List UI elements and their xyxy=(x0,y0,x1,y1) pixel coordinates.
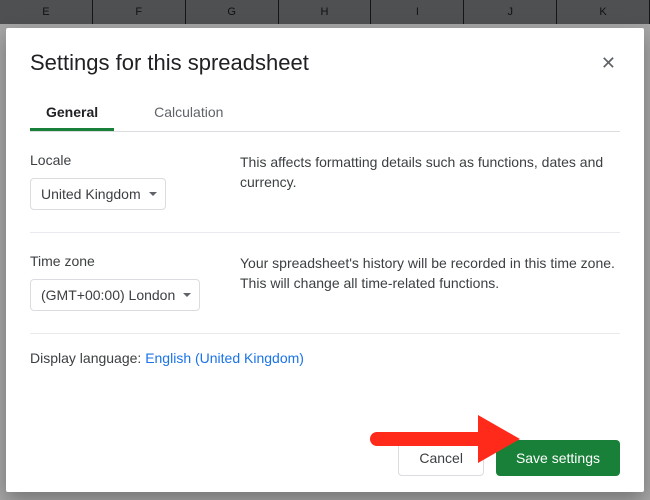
section-timezone: Time zone (GMT+00:00) London Your spread… xyxy=(30,233,620,334)
timezone-label: Time zone xyxy=(30,253,240,269)
section-language: Display language: English (United Kingdo… xyxy=(30,334,620,376)
locale-label: Locale xyxy=(30,152,240,168)
save-settings-button[interactable]: Save settings xyxy=(496,440,620,476)
timezone-dropdown[interactable]: (GMT+00:00) London xyxy=(30,279,200,311)
language-link[interactable]: English (United Kingdom) xyxy=(145,350,304,366)
timezone-description: Your spreadsheet's history will be recor… xyxy=(240,253,620,311)
tab-calculation[interactable]: Calculation xyxy=(138,94,239,131)
timezone-dropdown-value: (GMT+00:00) London xyxy=(41,287,175,303)
locale-dropdown-value: United Kingdom xyxy=(41,186,141,202)
chevron-down-icon xyxy=(183,293,191,297)
tab-general[interactable]: General xyxy=(30,94,114,131)
settings-dialog: Settings for this spreadsheet ✕ General … xyxy=(6,28,644,492)
locale-description: This affects formatting details such as … xyxy=(240,152,620,210)
dialog-title: Settings for this spreadsheet xyxy=(30,50,309,76)
close-icon[interactable]: ✕ xyxy=(597,50,620,76)
dialog-footer: Cancel Save settings xyxy=(30,430,620,476)
tab-bar: General Calculation xyxy=(30,94,620,132)
cancel-button[interactable]: Cancel xyxy=(398,440,484,476)
chevron-down-icon xyxy=(149,192,157,196)
section-locale: Locale United Kingdom This affects forma… xyxy=(30,132,620,233)
language-prefix: Display language: xyxy=(30,350,145,366)
locale-dropdown[interactable]: United Kingdom xyxy=(30,178,166,210)
